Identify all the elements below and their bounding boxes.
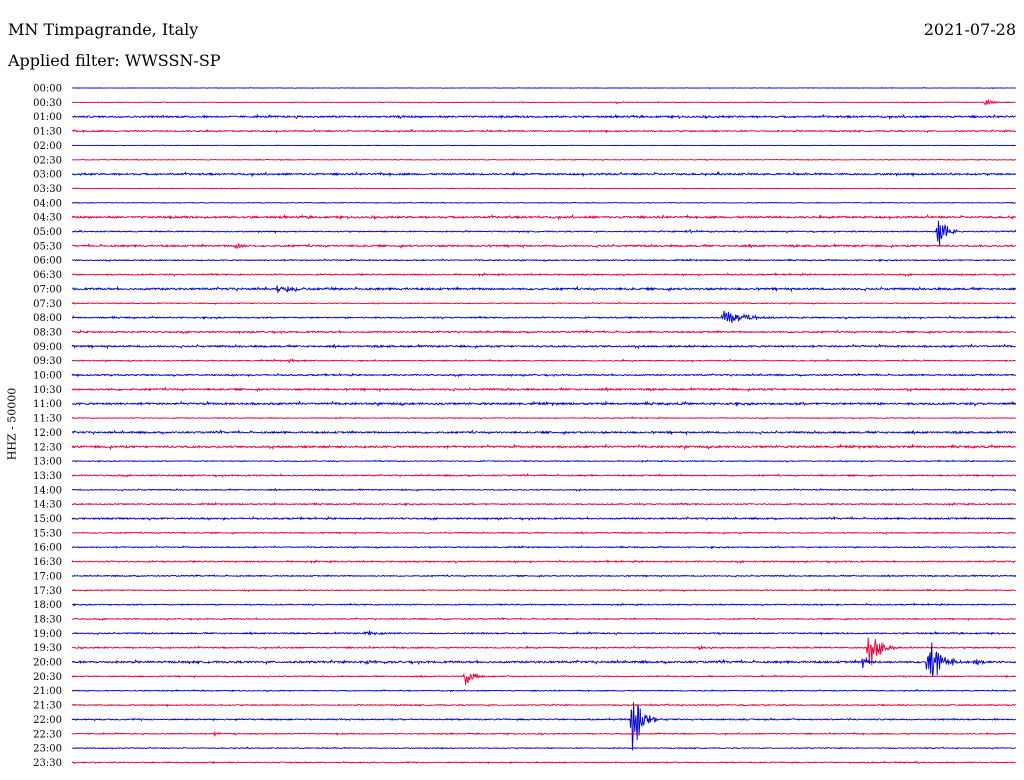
seismic-trace-1600 [71, 544, 1017, 550]
seismic-trace-1530 [71, 530, 1017, 535]
seismic-trace-1230 [71, 443, 1017, 451]
seismic-trace-1300 [71, 459, 1016, 463]
trace-time-label: 11:00 [33, 399, 62, 410]
trace-time-label: 04:30 [33, 213, 62, 224]
seismic-trace-0700 [71, 284, 1017, 294]
trace-time-label: 13:30 [33, 471, 62, 482]
seismic-trace-2230 [71, 730, 1017, 738]
trace-time-label: 09:00 [33, 342, 62, 353]
seismic-trace-1630 [71, 559, 1017, 564]
trace-time-label: 07:00 [33, 284, 62, 295]
trace-time-label: 13:00 [33, 457, 62, 468]
trace-time-label: 09:30 [33, 356, 62, 367]
trace-time-label: 23:00 [33, 744, 62, 755]
seismic-trace-2300 [71, 746, 1017, 750]
seismic-trace-1800 [71, 602, 1017, 607]
trace-time-label: 08:30 [33, 327, 62, 338]
seismic-trace-1500 [71, 515, 1016, 522]
trace-time-label: 15:00 [33, 514, 62, 525]
seismic-trace-2130 [71, 703, 1016, 708]
trace-time-label: 02:00 [33, 141, 62, 152]
trace-time-label: 21:30 [33, 701, 62, 712]
trace-time-label: 14:00 [33, 485, 62, 496]
seismic-trace-2030 [71, 673, 1016, 686]
trace-time-label: 18:00 [33, 600, 62, 611]
seismic-trace-1200 [71, 429, 1017, 436]
trace-time-label: 18:30 [33, 614, 62, 625]
seismic-trace-0730 [71, 301, 1016, 305]
seismic-trace-2200 [71, 702, 1017, 751]
seismic-trace-0530 [71, 242, 1016, 250]
trace-time-label: 19:00 [33, 629, 62, 640]
seismic-trace-1900 [71, 630, 1016, 636]
trace-time-label: 01:00 [33, 112, 62, 123]
seismic-trace-2330 [71, 760, 1016, 765]
trace-time-label: 20:30 [33, 672, 62, 683]
seismic-trace-0130 [71, 128, 1017, 134]
seismic-trace-0500 [71, 220, 1017, 246]
trace-time-label: 06:30 [33, 270, 62, 281]
trace-time-label: 05:30 [33, 241, 62, 252]
trace-time-label: 01:30 [33, 127, 62, 138]
seismic-trace-0300 [71, 171, 1017, 178]
trace-time-label: 19:30 [33, 643, 62, 654]
seismic-trace-1100 [72, 400, 1017, 408]
trace-time-label: 08:00 [33, 313, 62, 324]
trace-time-label: 00:30 [33, 98, 62, 109]
seismogram-page: MN Timpagrande, Italy 2021-07-28 Applied… [0, 0, 1024, 780]
seismic-trace-0630 [71, 272, 1016, 277]
seismic-trace-1400 [71, 487, 1017, 492]
trace-time-label: 06:00 [33, 256, 62, 267]
seismic-trace-0330 [72, 187, 1017, 190]
trace-time-label: 00:00 [33, 84, 62, 95]
trace-time-label: 15:30 [33, 528, 62, 539]
seismic-trace-1930 [71, 637, 1016, 666]
seismic-trace-0430 [71, 213, 1017, 221]
trace-time-label: 07:30 [33, 299, 62, 310]
seismic-trace-0030 [71, 98, 1016, 106]
seismic-trace-0400 [71, 201, 1017, 204]
seismic-trace-0900 [71, 343, 1017, 350]
seismic-trace-1130 [71, 416, 1017, 420]
trace-time-label: 05:00 [33, 227, 62, 238]
trace-time-label: 22:00 [33, 715, 62, 726]
trace-time-label: 12:30 [33, 442, 62, 453]
seismic-trace-0930 [71, 357, 1016, 364]
trace-time-label: 03:30 [33, 184, 62, 195]
seismic-trace-0230 [71, 158, 1016, 162]
trace-time-label: 17:30 [33, 586, 62, 597]
trace-time-label: 12:00 [33, 428, 62, 439]
seismic-trace-0800 [72, 310, 1016, 323]
trace-time-label: 20:00 [33, 658, 62, 669]
trace-time-label: 10:30 [33, 385, 62, 396]
trace-time-label: 02:30 [33, 155, 62, 166]
seismic-trace-1330 [72, 472, 1017, 478]
trace-time-label: 17:00 [33, 571, 62, 582]
seismic-trace-1830 [72, 616, 1016, 622]
seismic-trace-2100 [71, 689, 1017, 693]
trace-time-label: 22:30 [33, 729, 62, 740]
trace-time-label: 10:00 [33, 371, 62, 382]
seismic-trace-0600 [72, 257, 1016, 263]
helicorder-plot: 00:00 00:30 01:00 01:30 02:00 02:30 03:00 03:30… [33, 84, 1017, 769]
seismic-trace-1030 [71, 386, 1016, 393]
seismic-trace-1700 [71, 573, 1017, 578]
trace-time-label: 04:00 [33, 198, 62, 209]
trace-time-label: 16:30 [33, 557, 62, 568]
seismic-trace-0000 [72, 86, 1016, 89]
seismic-trace-0200 [71, 144, 1016, 147]
trace-time-label: 14:30 [33, 500, 62, 511]
trace-time-label: 03:00 [33, 170, 62, 181]
trace-time-label: 11:30 [33, 414, 62, 425]
trace-time-label: 23:30 [33, 758, 62, 769]
seismic-trace-1430 [71, 501, 1017, 507]
seismic-trace-0100 [71, 113, 1016, 121]
seismic-trace-1730 [71, 588, 1017, 593]
seismic-trace-0830 [72, 329, 1017, 335]
trace-time-label: 16:00 [33, 543, 62, 554]
trace-time-label: 21:00 [33, 686, 62, 697]
seismic-trace-1000 [71, 372, 1017, 378]
